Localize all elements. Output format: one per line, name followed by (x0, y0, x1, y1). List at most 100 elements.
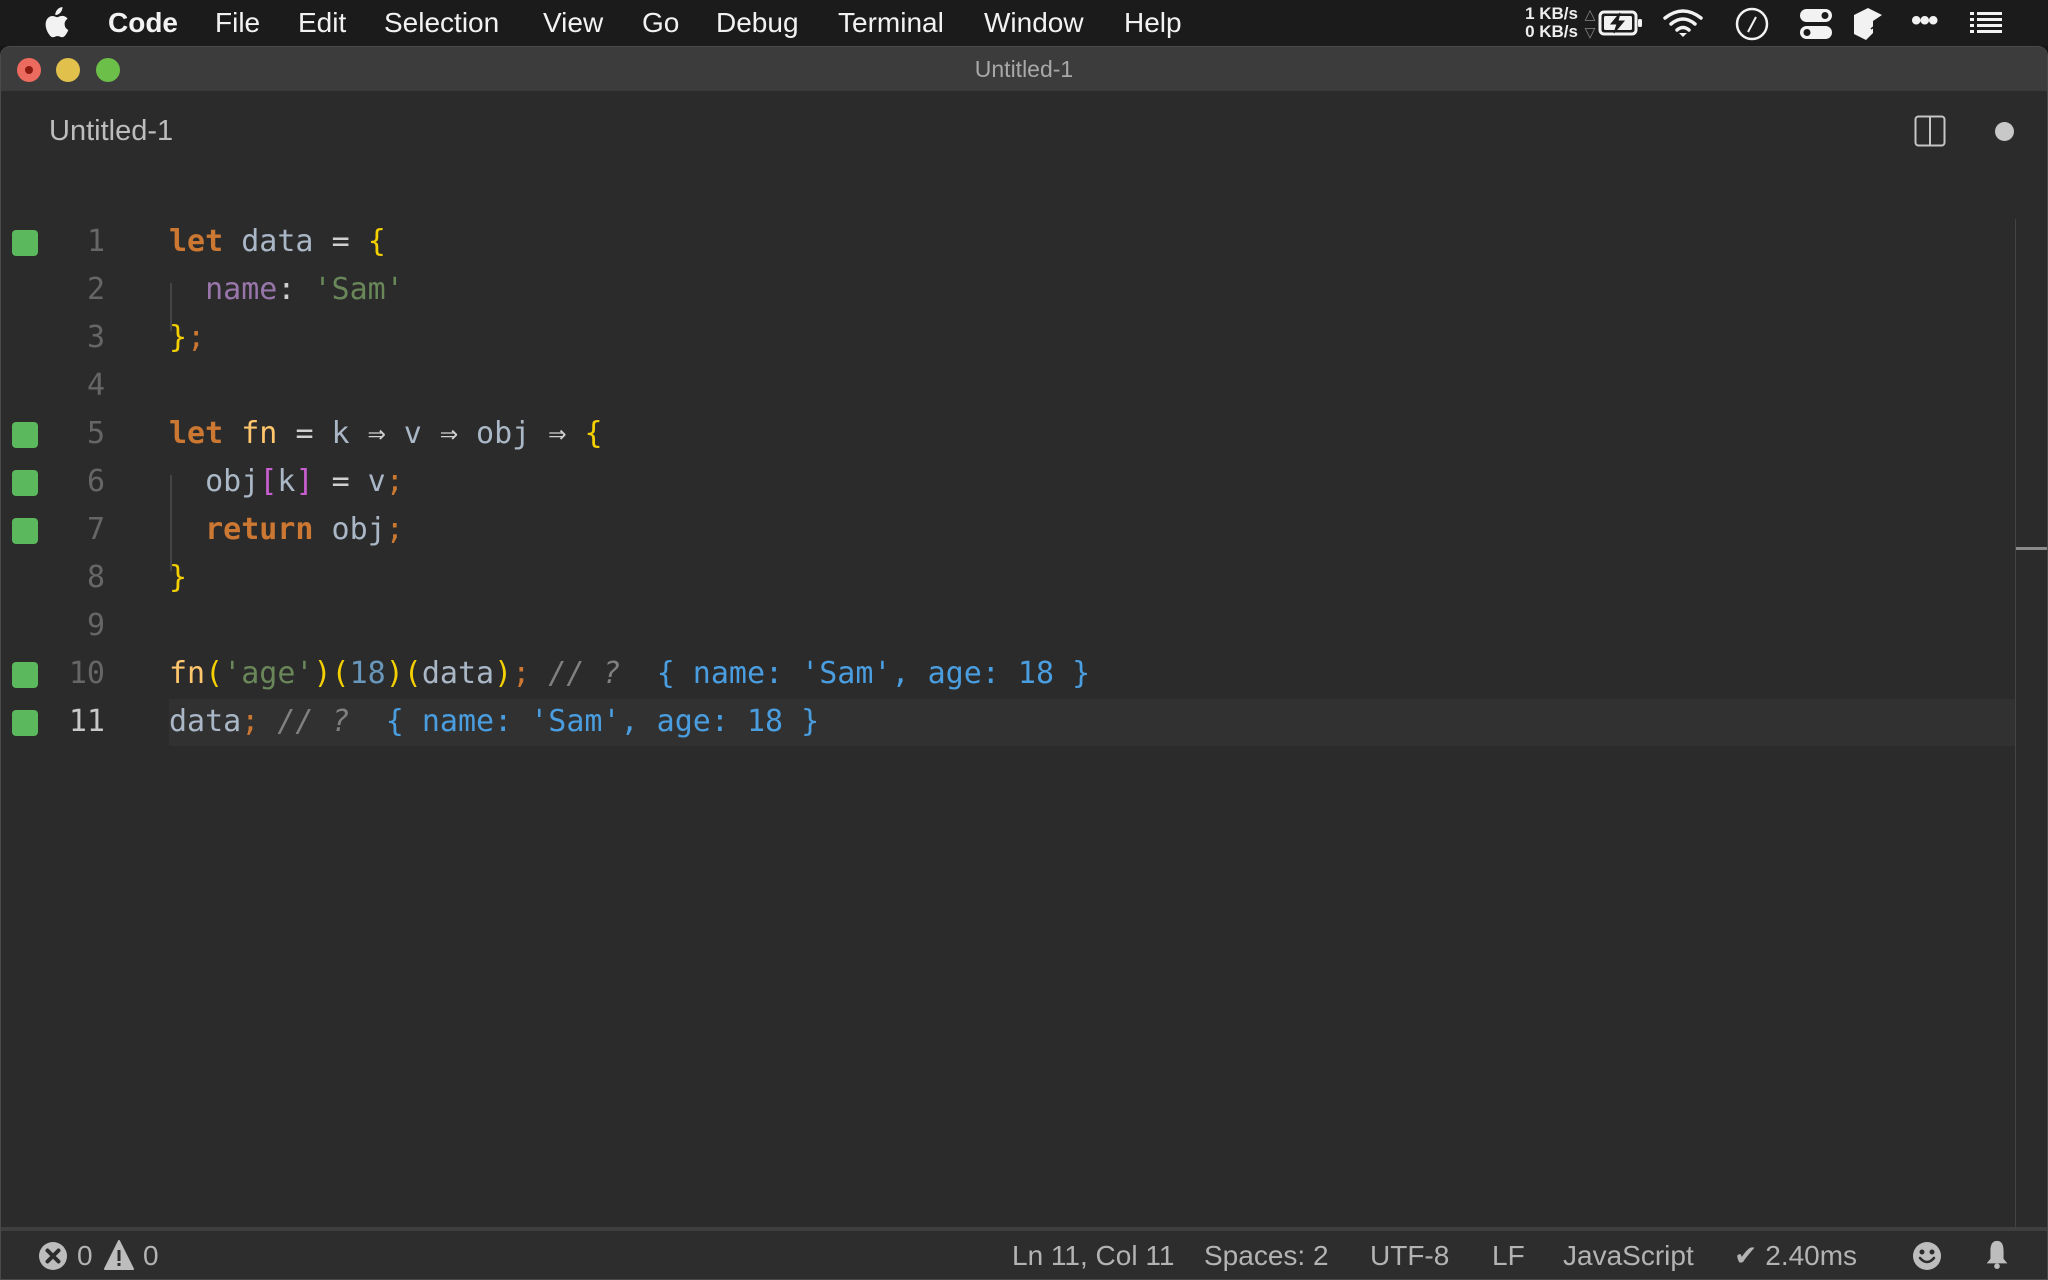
indentation[interactable]: Spaces: 2 (1204, 1231, 1329, 1279)
code-token: ⇒ (439, 416, 458, 451)
code-token: data (223, 224, 332, 259)
line-number: 1 (86, 224, 105, 259)
code-token: { (367, 224, 386, 259)
feedback-smiley-icon[interactable] (1912, 1241, 1942, 1271)
code-token: ) (494, 656, 513, 691)
code-token: = (331, 464, 350, 499)
warning-icon[interactable] (104, 1240, 134, 1270)
code-text[interactable]: fn('age')(18)(data); // ? { name: 'Sam',… (169, 650, 1090, 698)
code-token: : (277, 272, 296, 307)
code-token: = (295, 416, 314, 451)
list-icon[interactable] (1970, 11, 2002, 35)
code-editor[interactable]: 1 let data = {2 name: 'Sam' 3}; 4 5 let fn = … (1, 137, 2015, 1227)
code-line[interactable]: 1 let data = { (1, 218, 2015, 266)
code-text[interactable]: name: 'Sam' (169, 266, 404, 314)
warning-count[interactable]: 0 (143, 1231, 159, 1279)
code-text[interactable]: return obj; (169, 506, 404, 554)
error-icon[interactable] (38, 1241, 68, 1271)
code-token: 'Sam' (313, 272, 404, 307)
code-token: obj (458, 416, 549, 451)
code-text[interactable]: }; (169, 314, 205, 362)
line-number: 9 (86, 608, 105, 643)
coverage-marker-icon[interactable] (12, 230, 38, 256)
error-count[interactable]: 0 (77, 1231, 93, 1279)
line-number: 11 (68, 704, 105, 739)
code-line[interactable]: 2 name: 'Sam' (1, 266, 2015, 314)
title-bar[interactable]: Untitled-1 (1, 47, 2047, 91)
code-line[interactable]: 7 return obj; (1, 506, 2015, 554)
line-number: 6 (86, 464, 105, 499)
coverage-marker-icon[interactable] (12, 710, 38, 736)
code-line[interactable]: 9 (1, 602, 2015, 650)
menu-go[interactable]: Go (642, 0, 679, 46)
overview-ruler[interactable] (2015, 219, 2016, 1269)
window-title: Untitled-1 (974, 56, 1074, 82)
code-text[interactable]: obj[k] = v; (169, 458, 404, 506)
menu-help[interactable]: Help (1124, 0, 1182, 46)
code-text[interactable]: } (169, 554, 187, 602)
cursor-position[interactable]: Ln 11, Col 11 (1012, 1231, 1174, 1279)
code-token: name (205, 272, 278, 307)
menu-selection[interactable]: Selection (384, 0, 499, 46)
net-up-rate: 1 KB/s (1525, 4, 1578, 23)
menu-edit[interactable]: Edit (298, 0, 346, 46)
code-token: ; (187, 320, 206, 355)
encoding[interactable]: UTF-8 (1370, 1231, 1449, 1279)
coverage-marker-icon[interactable] (12, 470, 38, 496)
coverage-marker-icon[interactable] (12, 518, 38, 544)
code-token: 'age' (223, 656, 314, 691)
upload-arrow-icon: △ (1584, 6, 1596, 22)
line-ending[interactable]: LF (1492, 1231, 1525, 1279)
apple-icon[interactable] (40, 7, 70, 39)
code-line[interactable]: 3}; (1, 314, 2015, 362)
code-token: ; (385, 464, 404, 499)
code-line[interactable]: 11 data; // ? { name: 'Sam', age: 18 } (1, 698, 2015, 746)
network-speed[interactable]: 1 KB/s 0 KB/s (1494, 0, 1578, 46)
more-icon[interactable]: ••• (1911, 0, 1938, 46)
cube-app-icon[interactable] (1853, 7, 1883, 41)
wifi-icon[interactable] (1662, 8, 1704, 38)
inline-result: { name: 'Sam', age: 18 } (656, 656, 1091, 691)
menu-app-code[interactable]: Code (108, 0, 178, 46)
code-token: )( (313, 656, 350, 691)
code-token: ; (385, 512, 404, 547)
coverage-marker-icon[interactable] (12, 662, 38, 688)
code-line[interactable]: 5 let fn = k ⇒ v ⇒ obj ⇒ { (1, 410, 2015, 458)
line-number: 5 (86, 416, 105, 451)
quokka-timing[interactable]: ✔ 2.40ms (1734, 1231, 1857, 1279)
menu-window[interactable]: Window (984, 0, 1084, 46)
code-line[interactable]: 6 obj[k] = v; (1, 458, 2015, 506)
line-number: 8 (86, 560, 105, 595)
menu-debug[interactable]: Debug (716, 0, 799, 46)
menu-view[interactable]: View (543, 0, 603, 46)
line-number: 4 (86, 368, 105, 403)
status-bar: 0 0 Ln 11, Col 11 Spaces: 2 UTF-8 LF Jav… (1, 1227, 2047, 1279)
code-line[interactable]: 10 fn('age')(18)(data); // ? { name: 'Sam… (1, 650, 2015, 698)
code-line[interactable]: 4 (1, 362, 2015, 410)
menu-file[interactable]: File (215, 0, 260, 46)
scrollbar-thumb[interactable] (2016, 547, 2047, 550)
code-token: obj (313, 512, 386, 547)
notifications-bell-icon[interactable] (1982, 1239, 2012, 1269)
control-center-icon[interactable] (1799, 7, 1833, 41)
clock-icon[interactable] (1735, 7, 1769, 41)
code-text[interactable]: data; // ? { name: 'Sam', age: 18 } (169, 698, 819, 746)
code-text[interactable]: let data = { (169, 218, 386, 266)
battery-charging-icon[interactable] (1598, 10, 1644, 36)
coverage-marker-icon[interactable] (12, 422, 38, 448)
menu-terminal[interactable]: Terminal (838, 0, 944, 46)
code-token: = (331, 224, 350, 259)
code-token: ⇒ (548, 416, 567, 451)
code-token: ] (295, 464, 314, 499)
code-token: ; (512, 656, 531, 691)
code-token: fn (169, 656, 206, 691)
line-number: 7 (86, 512, 105, 547)
language-mode[interactable]: JavaScript (1563, 1231, 1694, 1279)
code-text[interactable]: let fn = k ⇒ v ⇒ obj ⇒ { (169, 410, 603, 458)
code-token: // ? (277, 704, 350, 739)
code-token: let (169, 224, 224, 259)
code-line[interactable]: 8} (1, 554, 2015, 602)
code-token: } (169, 560, 188, 595)
